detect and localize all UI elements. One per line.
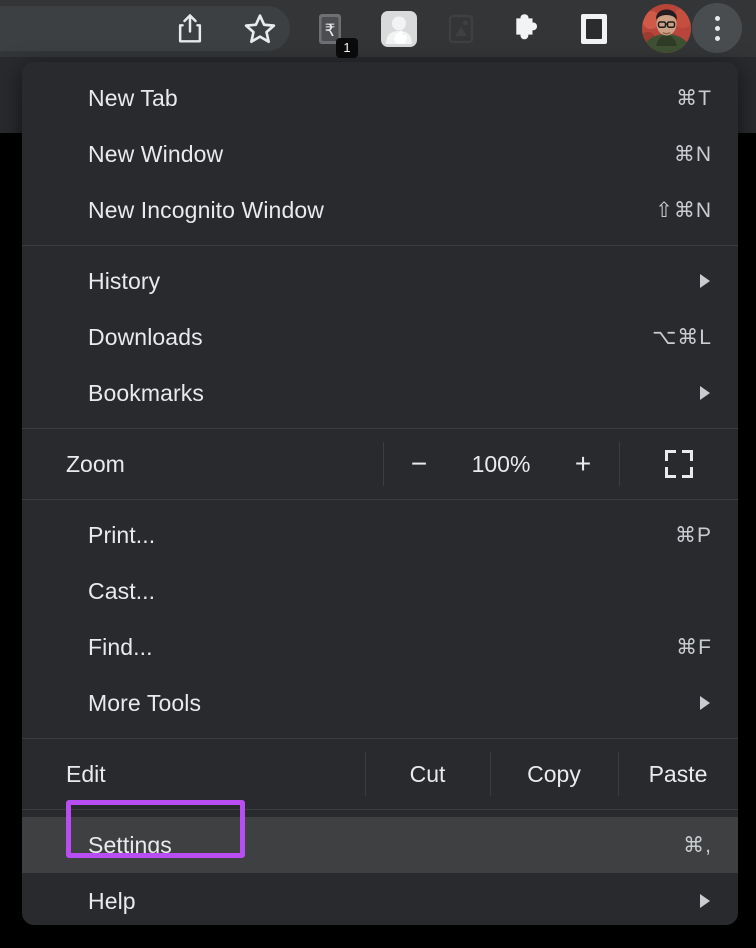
- menu-separator: [22, 428, 738, 429]
- menu-item-label: New Window: [88, 141, 674, 168]
- menu-item-label: Print...: [88, 522, 675, 549]
- cut-label: Cut: [410, 761, 446, 788]
- svg-text:₹: ₹: [325, 21, 336, 41]
- extension-badge-count: 1: [336, 38, 358, 58]
- browser-toolbar: ₹ 1: [0, 0, 756, 57]
- menu-item-shortcut: ⌥⌘L: [652, 325, 712, 350]
- side-panel-icon[interactable]: [578, 12, 610, 46]
- menu-item-new-incognito-window[interactable]: New Incognito Window ⇧⌘N: [22, 182, 738, 238]
- chevron-right-icon: [700, 274, 710, 288]
- menu-item-history[interactable]: History: [22, 253, 738, 309]
- menu-item-shortcut: ⌘F: [676, 635, 712, 660]
- menu-item-label: History: [88, 268, 700, 295]
- menu-item-settings[interactable]: Settings ⌘,: [22, 817, 738, 873]
- menu-item-more-tools[interactable]: More Tools: [22, 675, 738, 731]
- zoom-out-button[interactable]: −: [392, 450, 446, 478]
- menu-item-cast[interactable]: Cast...: [22, 563, 738, 619]
- menu-item-find[interactable]: Find... ⌘F: [22, 619, 738, 675]
- menu-item-label: Cast...: [88, 578, 712, 605]
- chevron-right-icon: [700, 386, 710, 400]
- menu-row-zoom: Zoom − 100% +: [22, 436, 738, 492]
- menu-item-label: Settings: [88, 832, 683, 859]
- menu-separator: [22, 738, 738, 739]
- zoom-label: Zoom: [22, 436, 383, 492]
- zoom-label-text: Zoom: [66, 451, 125, 478]
- edit-label: Edit: [22, 746, 365, 802]
- menu-item-shortcut: ⌘P: [675, 523, 712, 548]
- menu-item-label: Help: [88, 888, 700, 915]
- menu-separator: [22, 499, 738, 500]
- menu-separator: [22, 809, 738, 810]
- menu-item-help[interactable]: Help: [22, 873, 738, 925]
- zoom-controls: − 100% +: [383, 436, 619, 492]
- menu-item-shortcut: ⌘,: [683, 833, 712, 858]
- paste-label: Paste: [649, 761, 708, 788]
- menu-dot: [715, 16, 720, 21]
- menu-dot: [715, 36, 720, 41]
- image-extension-icon[interactable]: [446, 13, 476, 45]
- menu-item-bookmarks[interactable]: Bookmarks: [22, 365, 738, 421]
- three-dot-menu-icon[interactable]: [692, 3, 742, 53]
- chrome-main-menu: New Tab ⌘T New Window ⌘N New Incognito W…: [22, 62, 738, 925]
- menu-item-shortcut: ⇧⌘N: [655, 198, 712, 223]
- profile-avatar[interactable]: [642, 4, 691, 53]
- menu-row-edit: Edit Cut Copy Paste: [22, 746, 738, 802]
- menu-item-label: New Incognito Window: [88, 197, 655, 224]
- copy-label: Copy: [527, 761, 581, 788]
- menu-item-label: New Tab: [88, 85, 676, 112]
- paste-button[interactable]: Paste: [618, 746, 738, 802]
- menu-item-label: Find...: [88, 634, 676, 661]
- chevron-right-icon: [700, 894, 710, 908]
- share-icon[interactable]: [175, 13, 205, 45]
- fullscreen-button[interactable]: [619, 436, 738, 492]
- toolbar-icon-group: ₹ 1: [0, 0, 756, 57]
- menu-item-downloads[interactable]: Downloads ⌥⌘L: [22, 309, 738, 365]
- menu-item-shortcut: ⌘T: [676, 86, 712, 111]
- menu-item-label: Bookmarks: [88, 380, 700, 407]
- browser-window-screenshot: ₹ 1: [0, 0, 756, 948]
- cut-button[interactable]: Cut: [365, 746, 490, 802]
- edit-label-text: Edit: [66, 761, 106, 788]
- menu-item-new-window[interactable]: New Window ⌘N: [22, 126, 738, 182]
- chevron-right-icon: [700, 696, 710, 710]
- menu-separator: [22, 245, 738, 246]
- zoom-in-button[interactable]: +: [556, 450, 610, 478]
- bookmark-star-icon[interactable]: [243, 12, 277, 46]
- menu-dot: [715, 26, 720, 31]
- zoom-level-value: 100%: [446, 451, 556, 478]
- copy-button[interactable]: Copy: [490, 746, 618, 802]
- profile-hand-extension-icon[interactable]: [380, 10, 418, 48]
- menu-item-label: More Tools: [88, 690, 700, 717]
- extensions-puzzle-icon[interactable]: [510, 11, 546, 47]
- fullscreen-icon: [665, 450, 693, 478]
- menu-item-new-tab[interactable]: New Tab ⌘T: [22, 70, 738, 126]
- menu-item-print[interactable]: Print... ⌘P: [22, 507, 738, 563]
- menu-item-label: Downloads: [88, 324, 652, 351]
- menu-item-shortcut: ⌘N: [674, 142, 712, 167]
